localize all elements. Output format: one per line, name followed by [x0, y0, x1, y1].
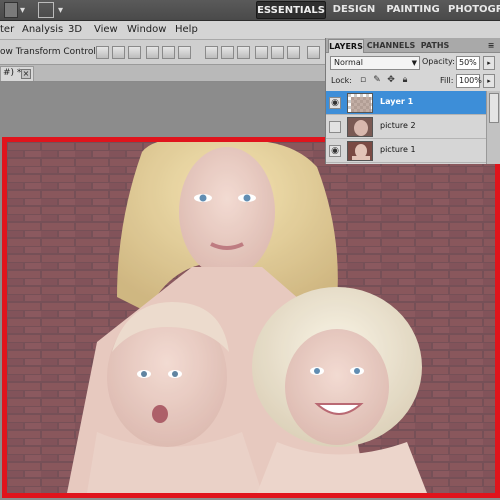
auto-align-icon[interactable] — [307, 46, 320, 59]
tab-paths[interactable]: PATHS — [418, 39, 452, 53]
brush-icon[interactable]: ✎ — [372, 75, 382, 85]
tool-preset-icon[interactable] — [4, 2, 18, 18]
menu-window[interactable]: Window — [127, 24, 166, 35]
panel-tabs: LAYERS CHANNELS PATHS ≡ — [326, 38, 500, 53]
layers-list: ◉ Layer 1 picture 2 ◉ picture 1 — [326, 91, 500, 164]
panel-menu-icon[interactable]: ≡ — [484, 39, 498, 53]
workspace-photography-button[interactable]: PHOTOGRA — [448, 1, 500, 19]
tab-layers[interactable]: LAYERS — [328, 39, 364, 53]
menu-3d[interactable]: 3D — [68, 24, 82, 35]
layer-thumbnail — [347, 141, 373, 161]
align-top-icon[interactable] — [96, 46, 109, 59]
lock-transparent-icon[interactable]: ▫ — [358, 75, 368, 85]
document-canvas[interactable] — [2, 137, 500, 498]
workspace-design-button[interactable]: DESIGN — [330, 1, 378, 19]
layer-row-layer-1[interactable]: ◉ Layer 1 — [326, 91, 486, 115]
align-right-icon[interactable] — [178, 46, 191, 59]
application-bar: ▾ ▾ ESSENTIALS DESIGN PAINTING PHOTOGRA — [0, 0, 500, 21]
opacity-input[interactable]: 50% — [456, 56, 480, 70]
layer-thumbnail — [347, 93, 373, 113]
family-photo — [7, 142, 495, 493]
layer-name: picture 2 — [380, 121, 416, 130]
align-horizontal-center-icon[interactable] — [162, 46, 175, 59]
eye-icon[interactable]: ◉ — [329, 145, 341, 157]
align-vertical-center-icon[interactable] — [112, 46, 125, 59]
show-transform-controls-label[interactable]: ow Transform Controls — [0, 47, 101, 57]
tab-channels[interactable]: CHANNELS — [366, 39, 416, 53]
eye-icon[interactable]: ◉ — [329, 97, 341, 109]
distribute-right-icon[interactable] — [287, 46, 300, 59]
layer-thumbnail — [347, 117, 373, 137]
chevron-down-icon: ▼ — [411, 59, 417, 67]
menu-analysis[interactable]: Analysis — [22, 24, 63, 35]
workspace-painting-button[interactable]: PAINTING — [384, 1, 442, 19]
opacity-slider-toggle[interactable]: ▸ — [483, 56, 495, 70]
layer-row-picture-1[interactable]: ◉ picture 1 — [326, 139, 486, 163]
dropdown-arrow-icon[interactable]: ▾ — [58, 5, 63, 21]
distribute-center-icon[interactable] — [221, 46, 234, 59]
eye-hidden-icon[interactable] — [329, 121, 341, 133]
align-bottom-icon[interactable] — [128, 46, 141, 59]
layers-scrollbar[interactable] — [486, 91, 500, 164]
menu-view[interactable]: View — [94, 24, 118, 35]
layer-row-picture-2[interactable]: picture 2 — [326, 115, 486, 139]
align-left-icon[interactable] — [146, 46, 159, 59]
document-tab[interactable]: #) * × — [0, 66, 34, 81]
close-icon[interactable]: × — [21, 69, 31, 79]
menu-filter[interactable]: ter — [0, 24, 14, 35]
distribute-bottom-icon[interactable] — [237, 46, 250, 59]
fill-input[interactable]: 100% — [456, 74, 482, 88]
distribute-hcenter-icon[interactable] — [271, 46, 284, 59]
move-icon[interactable]: ✥ — [386, 75, 396, 85]
scrollbar-thumb[interactable] — [489, 93, 499, 123]
layers-panel: LAYERS CHANNELS PATHS ≡ Normal ▼ Opacity… — [325, 38, 500, 164]
blend-mode-value: Normal — [334, 58, 363, 67]
distribute-left-icon[interactable] — [255, 46, 268, 59]
layer-name: picture 1 — [380, 145, 416, 154]
fill-slider-toggle[interactable]: ▸ — [483, 74, 495, 88]
options-bar: ow Transform Controls — [0, 40, 325, 65]
opacity-label: Opacity: — [422, 57, 455, 66]
layer-name: Layer 1 — [380, 97, 414, 106]
blend-mode-select[interactable]: Normal ▼ — [330, 56, 420, 70]
fill-label: Fill: — [440, 76, 454, 85]
menu-help[interactable]: Help — [175, 24, 198, 35]
distribute-top-icon[interactable] — [205, 46, 218, 59]
screen-mode-icon[interactable] — [38, 2, 54, 18]
lock-icon[interactable]: 🔒︎ — [400, 75, 410, 85]
document-tab-strip: #) * × — [0, 65, 325, 82]
lock-label: Lock: — [331, 76, 352, 85]
document-tab-label: #) * — [3, 68, 22, 78]
workspace-essentials-button[interactable]: ESSENTIALS — [256, 1, 326, 19]
dropdown-arrow-icon[interactable]: ▾ — [20, 5, 25, 21]
